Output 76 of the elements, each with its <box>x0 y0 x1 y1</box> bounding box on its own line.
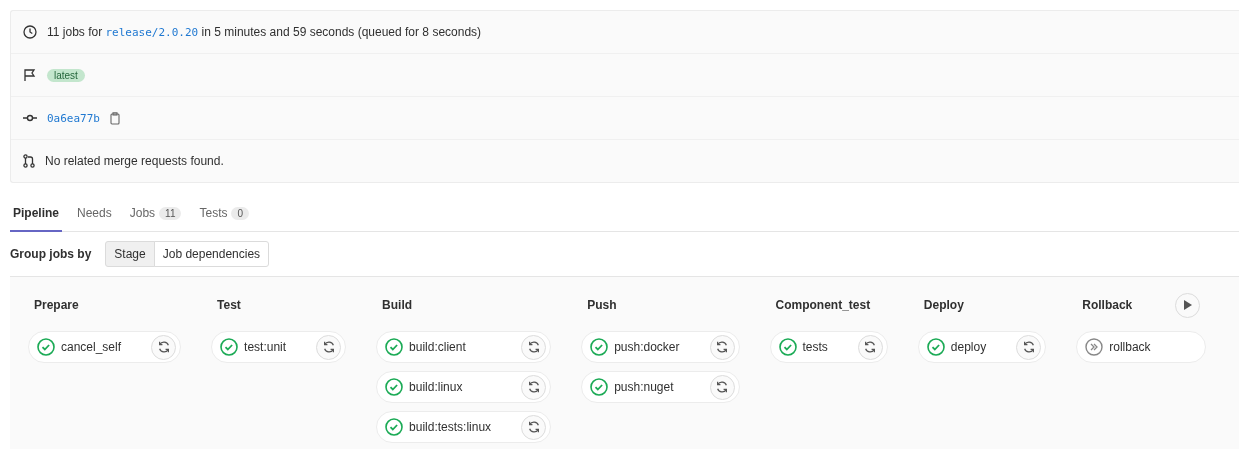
retry-icon <box>715 340 729 354</box>
job-name: cancel_self <box>61 340 123 354</box>
retry-icon <box>321 340 336 354</box>
group-jobs-label: Group jobs by <box>10 247 92 261</box>
retry-icon <box>526 420 541 434</box>
commit-link[interactable]: 0a6ea77b <box>47 111 100 125</box>
success-status-icon <box>220 338 239 356</box>
job-pill[interactable]: push:docker <box>581 331 740 363</box>
tab[interactable]: Tests 0 <box>196 200 253 232</box>
stage-name: Deploy <box>923 298 964 312</box>
job-pill[interactable]: rollback <box>1076 331 1207 363</box>
success-status-icon <box>590 378 609 396</box>
commit-icon <box>23 113 37 123</box>
retry-button[interactable] <box>857 334 883 360</box>
job-name: build:client <box>409 340 467 354</box>
retry-button[interactable] <box>151 334 177 360</box>
job-name: deploy <box>950 340 988 354</box>
job-pill[interactable]: deploy <box>917 331 1047 363</box>
play-button[interactable] <box>1175 292 1201 318</box>
stage-name: Component_test <box>775 298 871 312</box>
retry-icon <box>863 340 878 354</box>
tab[interactable]: Needs <box>74 200 115 232</box>
job-pill[interactable]: push:nuget <box>581 371 740 403</box>
job-name: build:linux <box>409 380 464 394</box>
success-status-icon <box>385 338 404 356</box>
retry-button[interactable] <box>316 334 342 360</box>
retry-button[interactable] <box>521 374 547 400</box>
merge-requests-text: No related merge requests found. <box>45 154 224 168</box>
tab[interactable]: Jobs 11 <box>126 200 185 232</box>
retry-button[interactable] <box>521 334 547 360</box>
clock-icon <box>23 25 37 39</box>
retry-button[interactable] <box>521 414 547 440</box>
retry-button[interactable] <box>709 374 735 400</box>
job-name: build:tests:linux <box>409 420 493 434</box>
branch-link[interactable]: release/2.0.20 <box>105 26 199 39</box>
job-name: tests <box>802 340 829 354</box>
stage-name: Prepare <box>34 298 79 312</box>
copy-icon[interactable] <box>110 111 121 125</box>
play-icon <box>1183 300 1192 310</box>
count-badge: 0 <box>231 206 250 220</box>
retry-icon <box>526 380 541 394</box>
retry-icon <box>526 340 541 354</box>
group-option-button[interactable]: Job dependencies <box>153 241 270 267</box>
success-status-icon <box>385 418 404 436</box>
retry-button[interactable] <box>1016 334 1042 360</box>
retry-icon <box>1021 340 1036 354</box>
job-name: rollback <box>1109 340 1152 354</box>
stage-name: Rollback <box>1082 298 1133 312</box>
job-pill[interactable]: tests <box>769 331 888 363</box>
job-name: push:nuget <box>614 380 675 394</box>
group-option-button[interactable]: Stage <box>105 241 155 267</box>
success-status-icon <box>37 338 55 356</box>
job-pill[interactable]: test:unit <box>211 331 347 363</box>
job-name: test:unit <box>244 340 288 354</box>
skipped-status-icon <box>1085 338 1104 356</box>
success-status-icon <box>590 338 609 356</box>
stage-name: Push <box>587 298 617 312</box>
stage-name: Build <box>382 298 413 312</box>
job-pill[interactable]: build:linux <box>376 371 552 403</box>
job-name: push:docker <box>614 340 681 354</box>
retry-icon <box>156 340 171 354</box>
stage-name: Test <box>217 298 241 312</box>
pipeline-summary: 11 jobs for release/2.0.20 in 5 minutes and 59 seconds (queued for 8 seconds) <box>47 25 482 39</box>
success-status-icon <box>926 338 945 356</box>
flag-icon <box>23 68 37 82</box>
tab[interactable]: Pipeline <box>10 200 62 232</box>
retry-button[interactable] <box>709 334 735 360</box>
latest-badge: latest <box>47 68 85 82</box>
job-pill[interactable]: cancel_self <box>28 331 182 363</box>
success-status-icon <box>385 378 404 396</box>
job-pill[interactable]: build:client <box>376 331 552 363</box>
count-badge: 11 <box>159 206 182 220</box>
merge-request-icon <box>23 154 35 168</box>
success-status-icon <box>778 338 797 356</box>
retry-icon <box>715 380 729 394</box>
job-pill[interactable]: build:tests:linux <box>376 411 552 443</box>
